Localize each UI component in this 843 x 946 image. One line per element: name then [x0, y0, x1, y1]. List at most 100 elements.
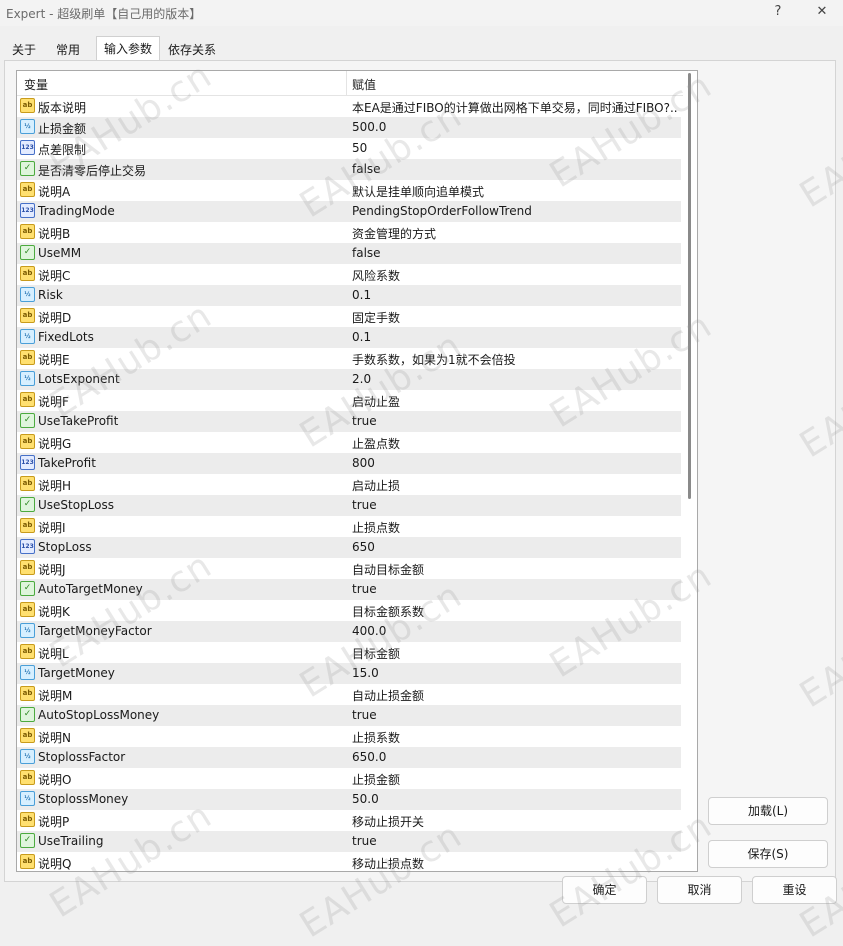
parameter-value[interactable]: true [352, 414, 678, 428]
table-row[interactable]: ab 说明B 资金管理的方式 [17, 222, 681, 243]
cancel-button[interactable]: 取消 [657, 876, 742, 904]
parameter-value[interactable]: 资金管理的方式 [352, 225, 678, 242]
parameter-value[interactable]: 止损系数 [352, 729, 678, 746]
table-row[interactable]: ab 说明I 止损点数 [17, 516, 681, 537]
table-row[interactable]: ✓ AutoStopLossMoney true [17, 705, 681, 726]
table-row[interactable]: ab 说明N 止损系数 [17, 726, 681, 747]
table-row[interactable]: 123 TakeProfit 800 [17, 453, 681, 474]
table-row[interactable]: ab 说明Q 移动止损点数 [17, 852, 681, 871]
tab-dependencies[interactable]: 依存关系 [160, 38, 224, 60]
table-row[interactable]: ½ 止损金额 500.0 [17, 117, 681, 138]
load-button[interactable]: 加载(L) [708, 797, 828, 825]
ok-button[interactable]: 确定 [562, 876, 647, 904]
column-divider[interactable] [346, 71, 347, 95]
table-row[interactable]: ab 说明H 启动止损 [17, 474, 681, 495]
save-button[interactable]: 保存(S) [708, 840, 828, 868]
table-row[interactable]: ab 说明J 自动目标金额 [17, 558, 681, 579]
parameter-value[interactable]: 固定手数 [352, 309, 678, 326]
window-title: Expert - 超级刷单【自己用的版本】 [6, 7, 202, 21]
tab-about[interactable]: 关于 [4, 38, 44, 60]
bool-icon: ✓ [20, 413, 35, 428]
vertical-scrollbar[interactable] [683, 71, 697, 871]
table-row[interactable]: ✓ AutoTargetMoney true [17, 579, 681, 600]
table-row[interactable]: ab 说明D 固定手数 [17, 306, 681, 327]
parameter-value[interactable]: 止损金额 [352, 771, 678, 788]
parameter-value[interactable]: 0.1 [352, 330, 678, 344]
table-row[interactable]: ½ StoplossMoney 50.0 [17, 789, 681, 810]
parameter-value[interactable]: false [352, 162, 678, 176]
scrollbar-thumb[interactable] [688, 73, 691, 499]
table-row[interactable]: ab 说明L 目标金额 [17, 642, 681, 663]
double-icon: ½ [20, 623, 35, 638]
parameter-value[interactable]: 目标金额系数 [352, 603, 678, 620]
string-icon: ab [20, 476, 35, 491]
tab-bar: 关于 常用 输入参数 依存关系 [4, 36, 224, 61]
table-row[interactable]: ab 说明P 移动止损开关 [17, 810, 681, 831]
parameter-value[interactable]: 自动目标金额 [352, 561, 678, 578]
reset-button[interactable]: 重设 [752, 876, 837, 904]
table-row[interactable]: ab 说明F 启动止盈 [17, 390, 681, 411]
parameter-name: 说明D [38, 311, 72, 325]
table-row[interactable]: ab 说明A 默认是挂单顺向追单模式 [17, 180, 681, 201]
table-row[interactable]: ab 版本说明 本EA是通过FIBO的计算做出网格下单交易，同时通过FIBO?.. [17, 96, 681, 117]
table-row[interactable]: ab 说明G 止盈点数 [17, 432, 681, 453]
tab-input-parameters[interactable]: 输入参数 [96, 36, 161, 61]
parameter-value[interactable]: 止损点数 [352, 519, 678, 536]
close-button[interactable]: ✕ [802, 1, 842, 23]
parameter-value[interactable]: 50.0 [352, 792, 678, 806]
column-header-value[interactable]: 赋值 [352, 76, 376, 93]
table-row[interactable]: ✓ UseMM false [17, 243, 681, 264]
parameters-grid[interactable]: 变量 赋值 ab 版本说明 本EA是通过FIBO的计算做出网格下单交易，同时通过FI… [16, 70, 698, 872]
parameter-value[interactable]: 本EA是通过FIBO的计算做出网格下单交易，同时通过FIBO?.. [352, 99, 678, 116]
parameter-value[interactable]: 默认是挂单顺向追单模式 [352, 183, 678, 200]
table-row[interactable]: ½ StoplossFactor 650.0 [17, 747, 681, 768]
help-button[interactable]: ? [758, 1, 798, 23]
table-row[interactable]: ✓ 是否清零后停止交易 false [17, 159, 681, 180]
parameter-value[interactable]: true [352, 834, 678, 848]
parameter-value[interactable]: 650.0 [352, 750, 678, 764]
parameter-value[interactable]: 50 [352, 141, 678, 155]
parameter-value[interactable]: 650 [352, 540, 678, 554]
table-row[interactable]: 123 点差限制 50 [17, 138, 681, 159]
table-row[interactable]: ✓ UseTakeProfit true [17, 411, 681, 432]
parameter-value[interactable]: 目标金额 [352, 645, 678, 662]
parameter-name: TargetMoney [38, 666, 115, 680]
parameter-value[interactable]: 500.0 [352, 120, 678, 134]
tab-common[interactable]: 常用 [48, 38, 88, 60]
parameter-value[interactable]: 启动止盈 [352, 393, 678, 410]
parameter-value[interactable]: 800 [352, 456, 678, 470]
table-row[interactable]: ab 说明E 手数系数，如果为1就不会倍投 [17, 348, 681, 369]
table-row[interactable]: ✓ UseTrailing true [17, 831, 681, 852]
table-row[interactable]: ab 说明M 自动止损金额 [17, 684, 681, 705]
parameter-value[interactable]: PendingStopOrderFollowTrend [352, 204, 678, 218]
parameter-value[interactable]: 0.1 [352, 288, 678, 302]
parameter-value[interactable]: 止盈点数 [352, 435, 678, 452]
table-row[interactable]: ab 说明C 风险系数 [17, 264, 681, 285]
parameter-value[interactable]: 手数系数，如果为1就不会倍投 [352, 351, 678, 368]
table-row[interactable]: ab 说明K 目标金额系数 [17, 600, 681, 621]
table-row[interactable]: ½ LotsExponent 2.0 [17, 369, 681, 390]
parameter-value[interactable]: true [352, 582, 678, 596]
parameter-value[interactable]: 400.0 [352, 624, 678, 638]
parameter-value[interactable]: 移动止损点数 [352, 855, 678, 871]
parameter-value[interactable]: 风险系数 [352, 267, 678, 284]
table-row[interactable]: 123 StopLoss 650 [17, 537, 681, 558]
table-row[interactable]: ½ FixedLots 0.1 [17, 327, 681, 348]
parameter-value[interactable]: true [352, 498, 678, 512]
table-row[interactable]: ½ TargetMoney 15.0 [17, 663, 681, 684]
table-row[interactable]: 123 TradingMode PendingStopOrderFollowTren… [17, 201, 681, 222]
table-row[interactable]: ½ Risk 0.1 [17, 285, 681, 306]
table-row[interactable]: ab 说明O 止损金额 [17, 768, 681, 789]
string-icon: ab [20, 182, 35, 197]
parameter-name: UseTakeProfit [38, 414, 119, 428]
parameter-value[interactable]: 自动止损金额 [352, 687, 678, 704]
table-row[interactable]: ✓ UseStopLoss true [17, 495, 681, 516]
table-row[interactable]: ½ TargetMoneyFactor 400.0 [17, 621, 681, 642]
parameter-value[interactable]: 15.0 [352, 666, 678, 680]
parameter-value[interactable]: false [352, 246, 678, 260]
parameter-value[interactable]: 移动止损开关 [352, 813, 678, 830]
column-header-variable[interactable]: 变量 [24, 76, 48, 93]
parameter-value[interactable]: 启动止损 [352, 477, 678, 494]
parameter-value[interactable]: true [352, 708, 678, 722]
parameter-value[interactable]: 2.0 [352, 372, 678, 386]
